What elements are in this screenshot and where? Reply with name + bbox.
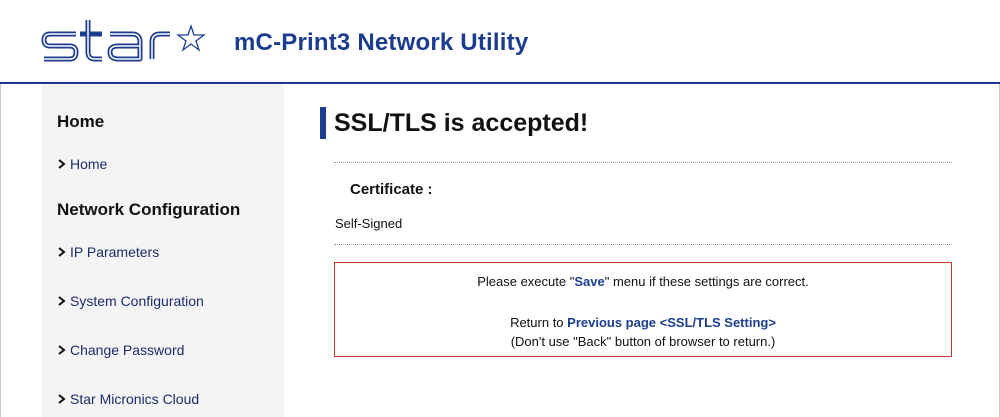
certificate-label: Certificate :	[350, 181, 433, 198]
sidebar-item-ip-parameters[interactable]: IP Parameters	[57, 244, 159, 260]
sidebar: Home Home Network Configuration IP Param…	[42, 84, 284, 417]
certificate-value: Self-Signed	[335, 216, 403, 231]
sidebar-item-system-configuration[interactable]: System Configuration	[57, 293, 204, 309]
sidebar-item-label: System Configuration	[70, 293, 204, 309]
chevron-right-icon	[58, 394, 66, 404]
save-instruction: Please execute "Save" menu if these sett…	[335, 274, 951, 289]
star-logo	[41, 20, 206, 62]
sidebar-item-label: Home	[70, 156, 108, 172]
return-instruction: Return to Previous page <SSL/TLS Setting…	[335, 315, 951, 330]
chevron-right-icon	[58, 159, 66, 169]
chevron-right-icon	[58, 247, 66, 257]
title-accent-bar	[320, 107, 326, 139]
sidebar-heading-network: Network Configuration	[57, 200, 241, 219]
sidebar-item-change-password[interactable]: Change Password	[57, 342, 184, 358]
sidebar-item-home[interactable]: Home	[57, 156, 107, 172]
notice-box: Please execute "Save" menu if these sett…	[334, 262, 952, 357]
sidebar-item-label: Star Micronics Cloud	[70, 391, 200, 407]
back-warning: (Don't use "Back" button of browser to r…	[510, 334, 776, 349]
main-content: SSL/TLS is accepted! Certificate : Self-…	[320, 84, 960, 417]
notice-text: " menu if these settings are correct.	[604, 274, 809, 289]
notice-text: Return to	[510, 315, 568, 330]
divider	[334, 244, 952, 245]
app-title: mC-Print3 Network Utility	[234, 29, 529, 56]
page-title: SSL/TLS is accepted!	[334, 109, 589, 137]
divider	[334, 162, 952, 163]
save-menu-link[interactable]: Save	[574, 274, 604, 289]
header: mC-Print3 Network Utility	[0, 0, 1000, 84]
sidebar-item-label: Change Password	[70, 342, 185, 358]
chevron-right-icon	[58, 345, 66, 355]
notice-text: Please execute "	[477, 274, 575, 289]
previous-page-link[interactable]: Previous page <SSL/TLS Setting>	[567, 315, 776, 330]
chevron-right-icon	[58, 296, 66, 306]
sidebar-item-label: IP Parameters	[70, 244, 160, 260]
sidebar-item-star-micronics-cloud[interactable]: Star Micronics Cloud	[57, 391, 199, 407]
star-mark-icon	[176, 23, 206, 52]
sidebar-heading-home: Home	[57, 112, 105, 131]
